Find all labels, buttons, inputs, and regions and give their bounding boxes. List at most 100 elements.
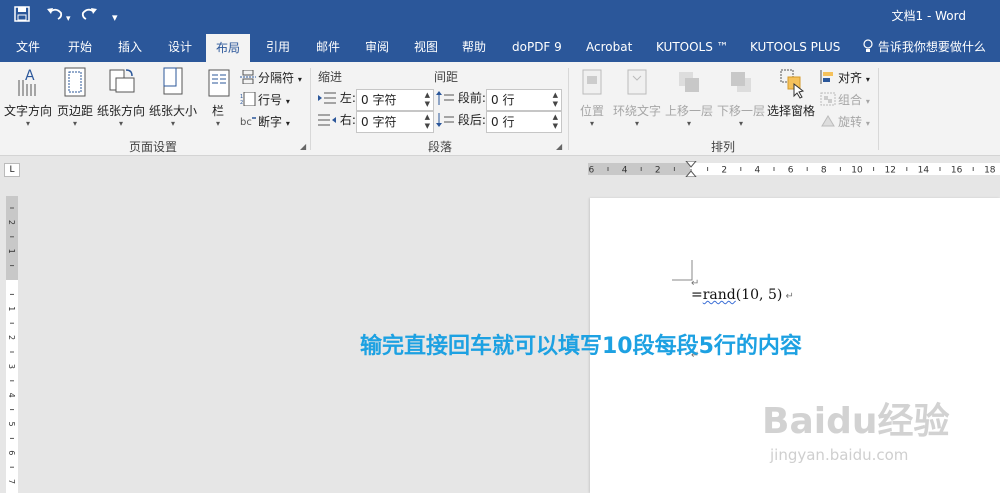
- chevron-down-icon: ▾: [25, 119, 30, 128]
- line-numbers-button[interactable]: 1 2 行号 ▾: [240, 90, 290, 110]
- margins-button[interactable]: 页边距 ▾: [56, 66, 94, 129]
- ruler-label: 5: [7, 421, 16, 426]
- ruler-label: 7: [7, 479, 16, 484]
- arrange-group-label: 排列: [710, 140, 735, 154]
- indent-right-row: 右: 0 字符 ▲ ▼: [318, 111, 436, 133]
- tab-insert[interactable]: 插入: [108, 32, 152, 62]
- position-label: 位置: [579, 104, 604, 118]
- chevron-down-icon: ▾: [72, 119, 77, 128]
- tab-help[interactable]: 帮助: [452, 32, 496, 62]
- tab-selector[interactable]: L: [4, 163, 20, 177]
- spacing-after-input[interactable]: 0 行 ▲ ▼: [486, 111, 562, 133]
- hyphenation-button[interactable]: bc 断字 ▾: [240, 112, 290, 132]
- line-numbers-label: 行号: [258, 93, 283, 107]
- tab-dopdf[interactable]: doPDF 9: [502, 32, 572, 62]
- breaks-label: 分隔符: [258, 71, 295, 85]
- spacing-after-value: 0 行: [491, 115, 515, 129]
- wrap-text-button[interactable]: 环绕文字 ▾: [612, 66, 662, 129]
- save-icon[interactable]: [14, 6, 30, 27]
- undo-dropdown-icon[interactable]: ▾: [66, 9, 71, 29]
- horizontal-ruler[interactable]: 6 4 2 2 4 6 8 10 12 14 16 18: [588, 161, 1000, 177]
- indent-left-input[interactable]: 0 字符 ▲ ▼: [356, 89, 434, 111]
- paper-size-label: 纸张大小: [148, 104, 197, 118]
- rotate-button[interactable]: 旋转 ▾: [820, 112, 870, 132]
- breaks-button[interactable]: 分隔符 ▾: [240, 68, 302, 88]
- tab-file[interactable]: 文件: [6, 32, 50, 62]
- group-icon: [820, 92, 836, 106]
- chevron-down-icon: ▾: [865, 97, 870, 106]
- tab-references[interactable]: 引用: [256, 32, 300, 62]
- redo-icon[interactable]: [80, 6, 98, 27]
- group-divider: [310, 68, 311, 150]
- chevron-down-icon: ▾: [865, 75, 870, 84]
- spinner-arrows-icon[interactable]: ▲ ▼: [425, 113, 430, 131]
- orientation-button[interactable]: 纸张方向 ▾: [96, 66, 146, 129]
- columns-button[interactable]: 栏 ▾: [204, 66, 232, 129]
- tab-design[interactable]: 设计: [158, 32, 202, 62]
- tab-home[interactable]: 开始: [58, 32, 102, 62]
- align-button[interactable]: 对齐 ▾: [820, 68, 870, 88]
- ruler-label: 3: [7, 364, 16, 369]
- chevron-down-icon: ▾: [589, 119, 594, 128]
- tab-view[interactable]: 视图: [404, 32, 448, 62]
- ruler-label: 1: [7, 306, 16, 311]
- margins-label: 页边距: [56, 104, 93, 118]
- tab-layout[interactable]: 布局: [206, 34, 251, 62]
- indent-left-value: 0 字符: [361, 93, 397, 107]
- rotate-label: 旋转: [838, 115, 863, 129]
- formula-args: (10, 5): [735, 287, 783, 303]
- undo-icon[interactable]: [46, 6, 64, 27]
- group-divider: [878, 68, 879, 150]
- chevron-down-icon: ▾: [634, 119, 639, 128]
- hyphenation-icon: bc: [240, 117, 256, 128]
- align-label: 对齐: [838, 71, 863, 85]
- tell-me-box[interactable]: 告诉我你想要做什么: [862, 32, 986, 62]
- vertical-ruler[interactable]: 2 1 1 2 3 4 5 6 7: [4, 196, 20, 493]
- spacing-before-row: 段前: 0 行 ▲ ▼: [436, 89, 564, 111]
- send-backward-button[interactable]: 下移一层 ▾: [716, 66, 766, 129]
- tab-review[interactable]: 审阅: [355, 32, 399, 62]
- text-direction-button[interactable]: A 文字方向 ▾: [4, 66, 52, 129]
- group-label: 组合: [838, 93, 863, 107]
- ruler-label: 1: [7, 249, 16, 254]
- indent-right-input[interactable]: 0 字符 ▲ ▼: [356, 111, 434, 133]
- tab-mailings[interactable]: 邮件: [306, 32, 350, 62]
- tab-kutools-plus[interactable]: KUTOOLS PLUS: [740, 32, 850, 62]
- watermark: Baidu经验 jingyan.baidu.com: [762, 392, 992, 482]
- spinner-arrows-icon[interactable]: ▲ ▼: [553, 113, 558, 131]
- tab-kutools[interactable]: KUTOOLS ™: [646, 32, 739, 62]
- ruler-label: 6: [7, 450, 16, 455]
- customize-quick-access-icon[interactable]: ▾: [112, 8, 118, 28]
- ribbon-tabs: 文件 开始 插入 设计 布局 引用 邮件 审阅 视图 帮助 doPDF 9 Ac…: [0, 32, 1000, 62]
- line-numbers-icon: 12: [240, 92, 256, 106]
- page-setup-group-label: 页面设置: [128, 140, 177, 154]
- spinner-arrows-icon[interactable]: ▲ ▼: [553, 91, 558, 109]
- position-icon: [582, 69, 602, 95]
- svg-text:2: 2: [240, 100, 243, 106]
- spacing-before-input[interactable]: 0 行 ▲ ▼: [486, 89, 562, 111]
- chevron-down-icon: ▾: [686, 119, 691, 128]
- watermark-url: jingyan.baidu.com: [770, 446, 909, 464]
- ruler-label: 4: [755, 166, 761, 176]
- selection-pane-button[interactable]: 选择窗格: [766, 66, 816, 119]
- tab-acrobat[interactable]: Acrobat: [576, 32, 642, 62]
- orientation-label: 纸张方向: [96, 104, 145, 118]
- selection-pane-label: 选择窗格: [766, 104, 815, 118]
- hyphenation-label: 断字: [258, 115, 283, 129]
- group-divider: [568, 68, 569, 150]
- group-button[interactable]: 组合 ▾: [820, 90, 870, 110]
- page-setup-launcher-icon[interactable]: ◢: [300, 142, 306, 151]
- indent-left-icon: [318, 92, 336, 104]
- paragraph-launcher-icon[interactable]: ◢: [556, 142, 562, 151]
- paper-size-button[interactable]: 纸张大小 ▾: [148, 66, 198, 129]
- position-button[interactable]: 位置 ▾: [574, 66, 610, 129]
- bring-forward-button[interactable]: 上移一层 ▾: [664, 66, 714, 129]
- ruler-label: 2: [7, 335, 16, 340]
- spinner-arrows-icon[interactable]: ▲ ▼: [425, 91, 430, 109]
- bring-forward-label: 上移一层: [664, 104, 713, 118]
- bring-forward-icon: [679, 72, 699, 92]
- ruler-area: L 6 4 2 2 4 6 8 10 12 14 16 18: [0, 157, 1000, 181]
- paragraph-mark-icon: ↵: [782, 291, 794, 302]
- document-formula-text[interactable]: =rand(10, 5) ↵: [691, 287, 794, 303]
- title-bar: ▾ ▾ 文档1 - Word: [0, 0, 1000, 32]
